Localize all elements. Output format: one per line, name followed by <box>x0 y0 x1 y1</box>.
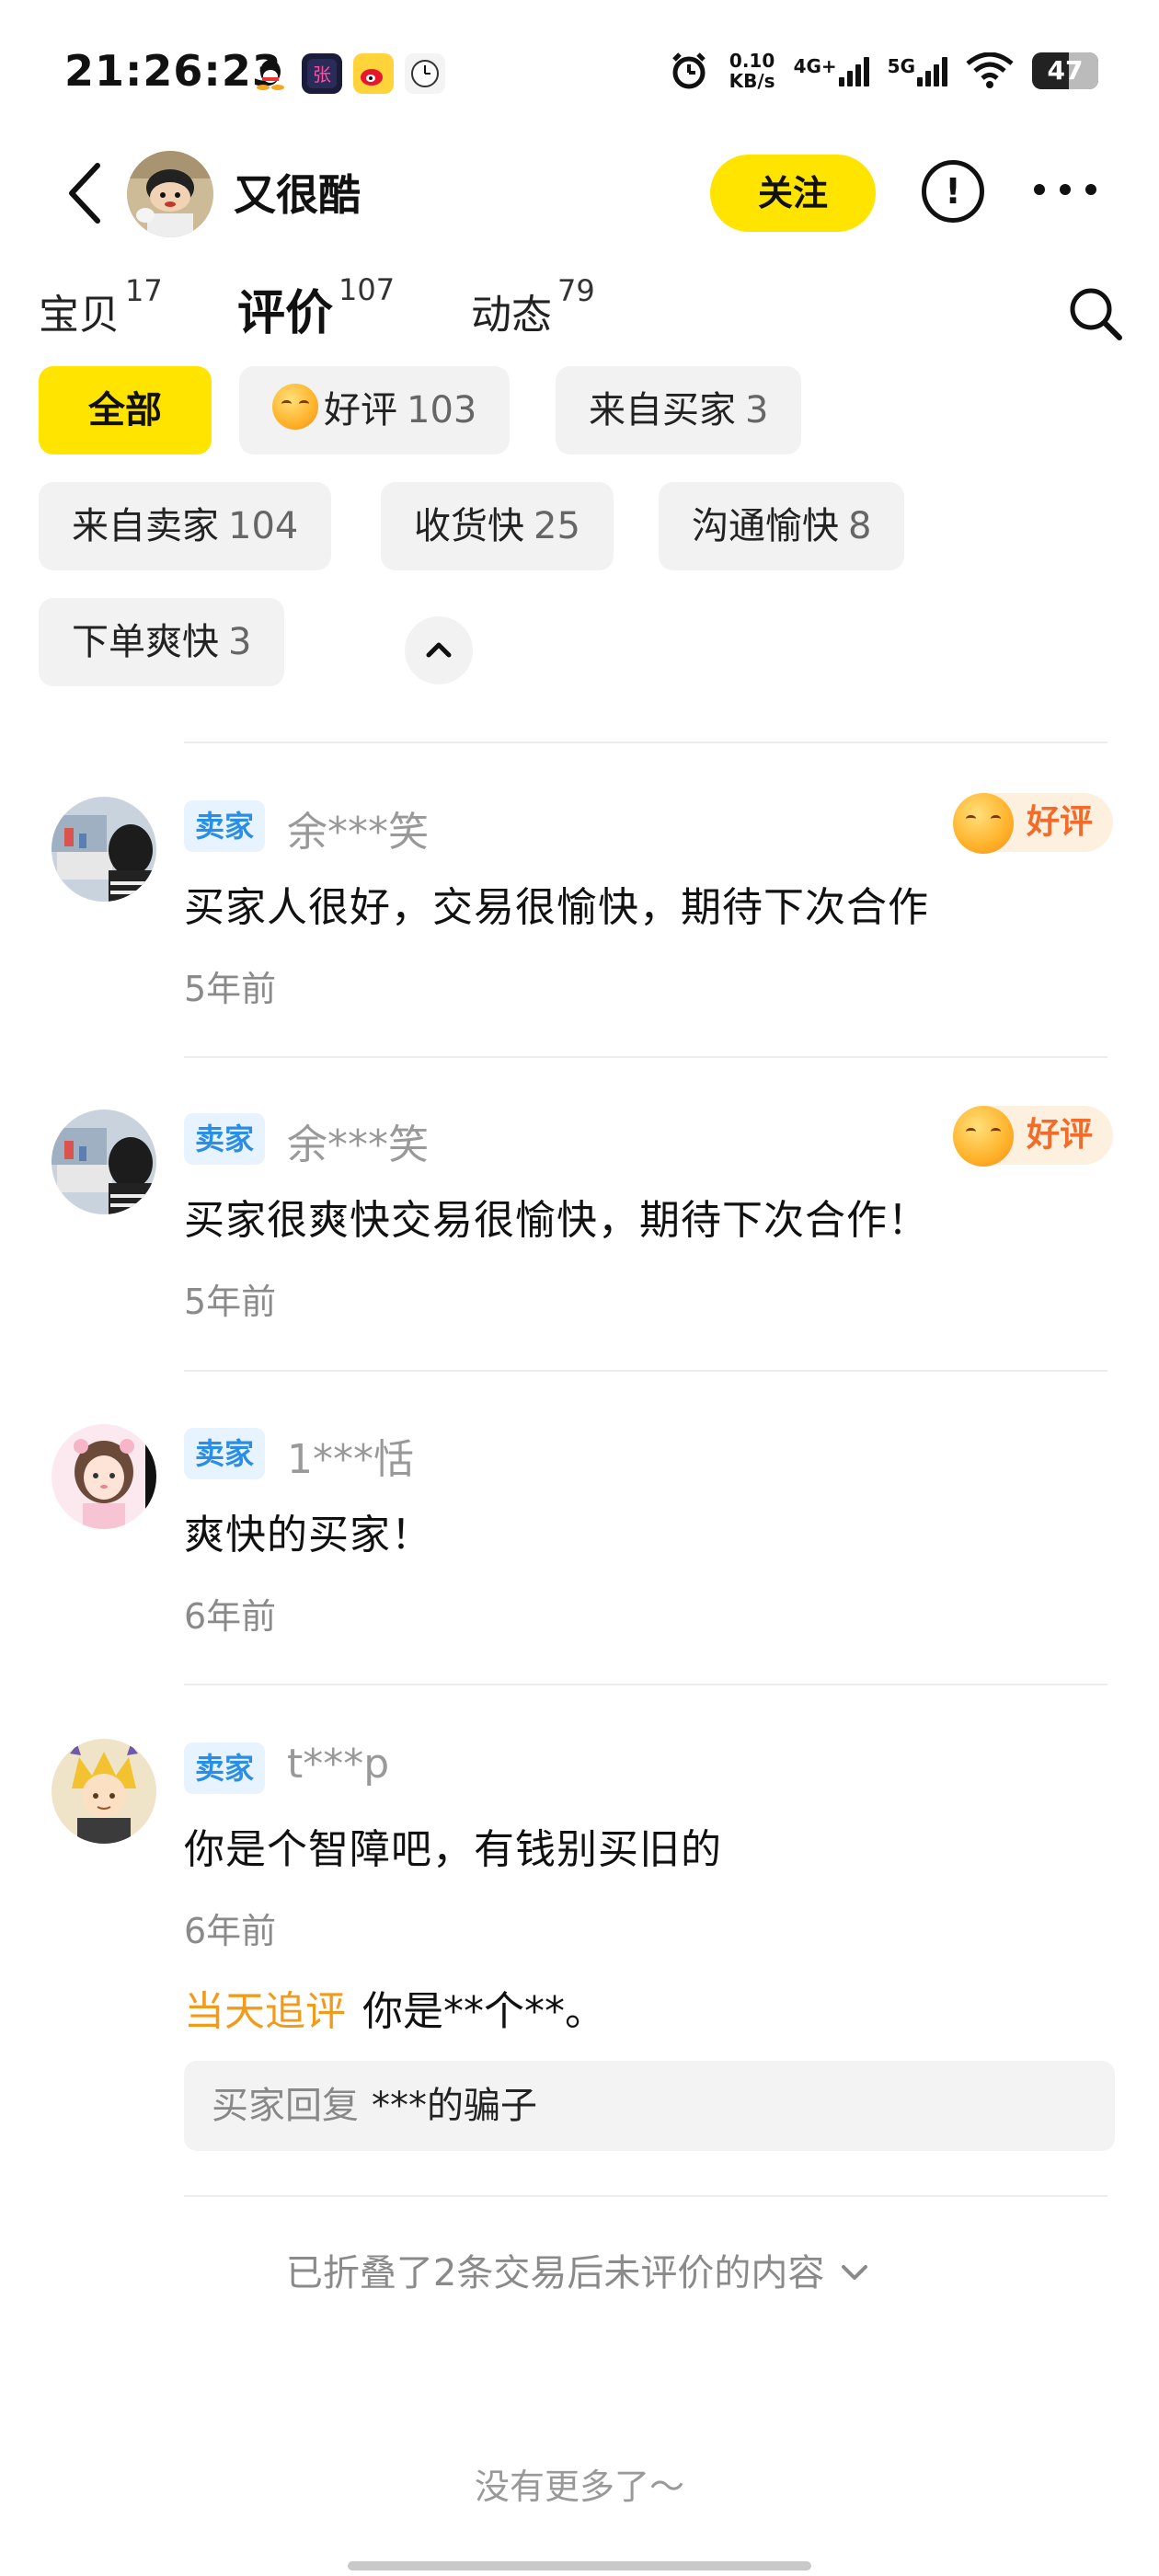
alarm-icon <box>671 52 706 89</box>
filter-fast-delivery[interactable]: 收货快 25 <box>381 482 614 570</box>
review-time: 6年前 <box>184 1596 277 1637</box>
reviewer-name: 余***笑 <box>287 1121 429 1168</box>
reviewer-avatar[interactable] <box>52 797 156 902</box>
signal-5g: 5G <box>888 55 947 86</box>
chevron-down-icon <box>842 2265 868 2280</box>
signal-4g: 4G+ <box>794 55 869 86</box>
tab-reviews[interactable]: 评价 107 <box>237 272 395 343</box>
shop-header: 又很酷 关注 ! <box>0 138 1159 248</box>
role-badge: 卖家 <box>184 1742 266 1794</box>
review-text: 买家人很好，交易很愉快，期待下次合作 <box>184 884 929 931</box>
status-bar: 21:26:23 张 0.10 KB/s 4G+ 5G 47 <box>0 0 1159 138</box>
shop-name: 又很酷 <box>234 170 361 220</box>
reviewer-avatar[interactable] <box>52 1424 156 1529</box>
role-badge: 卖家 <box>184 800 266 852</box>
status-indicators: 0.10 KB/s 4G+ 5G 47 <box>667 48 1098 94</box>
tab-updates[interactable]: 动态79 <box>471 273 595 340</box>
chevron-left-icon <box>69 163 100 224</box>
signal-bars-icon <box>917 55 947 86</box>
filter-quick-order[interactable]: 下单爽快 3 <box>39 598 285 686</box>
more-options-button[interactable] <box>1034 184 1096 195</box>
filter-good-communication[interactable]: 沟通愉快 8 <box>659 482 905 570</box>
role-badge: 卖家 <box>184 1428 266 1479</box>
review-text: 买家很爽快交易很愉快，期待下次合作！ <box>184 1197 929 1244</box>
svg-text:张: 张 <box>313 63 331 86</box>
positive-review-badge: 好评 <box>953 793 1114 854</box>
battery-icon: 47 <box>1032 52 1098 89</box>
search-button[interactable] <box>1067 285 1124 342</box>
divider <box>184 1056 1107 1058</box>
buyer-reply-box: 买家回复 ***的骗子 <box>184 2061 1115 2151</box>
followup-text: 你是**个**。 <box>362 1988 605 2035</box>
reviewer-avatar[interactable] <box>52 1739 156 1844</box>
divider <box>184 2195 1107 2197</box>
smile-emoji-icon <box>953 793 1014 854</box>
reply-label: 买家回复 <box>212 2085 359 2127</box>
reviewer-name: 余***笑 <box>287 809 429 856</box>
network-speed: 0.10 KB/s <box>729 50 775 92</box>
weibo-icon <box>353 53 394 94</box>
home-indicator[interactable] <box>348 2561 811 2570</box>
dot-icon <box>1034 184 1045 195</box>
followup-review: 当天追评 你是**个**。 <box>184 1978 605 2037</box>
reviewer-name: t***p <box>287 1741 390 1788</box>
dot-icon <box>1085 184 1096 195</box>
smile-emoji-icon <box>953 1106 1014 1167</box>
follow-button[interactable]: 关注 <box>710 155 876 232</box>
filter-from-buyer[interactable]: 来自买家 3 <box>556 366 802 454</box>
reviewer-name: 1***恬 <box>287 1436 414 1483</box>
divider <box>184 1684 1107 1685</box>
reply-text: ***的骗子 <box>372 2085 537 2127</box>
review-text: 你是个智障吧，有钱别买旧的 <box>184 1826 722 1873</box>
review-time: 5年前 <box>184 1282 277 1322</box>
profile-tabs: 宝贝17 评价 107 动态79 <box>0 267 1159 368</box>
folded-reviews-toggle[interactable]: 已折叠了2条交易后未评价的内容 <box>0 2243 1159 2296</box>
end-of-list-text: 没有更多了～ <box>474 2467 684 2507</box>
role-badge: 卖家 <box>184 1113 266 1165</box>
review-time: 6年前 <box>184 1911 277 1951</box>
qq-icon <box>250 53 291 94</box>
app-icon: 张 <box>302 53 342 94</box>
filter-all[interactable]: 全部 <box>39 366 212 454</box>
followup-label: 当天追评 <box>184 1988 346 2035</box>
smile-emoji-icon <box>272 384 318 430</box>
reviewer-avatar[interactable] <box>52 1110 156 1214</box>
search-icon <box>1070 288 1122 340</box>
shop-avatar[interactable] <box>127 151 213 237</box>
positive-review-badge: 好评 <box>953 1106 1114 1167</box>
collapse-filters-button[interactable] <box>405 616 473 684</box>
divider <box>184 742 1107 743</box>
tab-items[interactable]: 宝贝17 <box>39 273 163 340</box>
review-text: 爽快的买家！ <box>184 1512 432 1558</box>
report-button[interactable]: ! <box>922 160 984 223</box>
filter-from-seller[interactable]: 来自卖家 104 <box>39 482 332 570</box>
back-button[interactable] <box>61 158 112 228</box>
clock-app-icon <box>405 53 445 94</box>
review-time: 5年前 <box>184 969 277 1009</box>
dot-icon <box>1060 184 1071 195</box>
divider <box>184 1370 1107 1372</box>
wifi-icon <box>966 52 1014 88</box>
chevron-up-icon <box>426 642 452 658</box>
filter-positive[interactable]: 好评 103 <box>239 366 511 454</box>
signal-bars-icon <box>838 55 869 86</box>
